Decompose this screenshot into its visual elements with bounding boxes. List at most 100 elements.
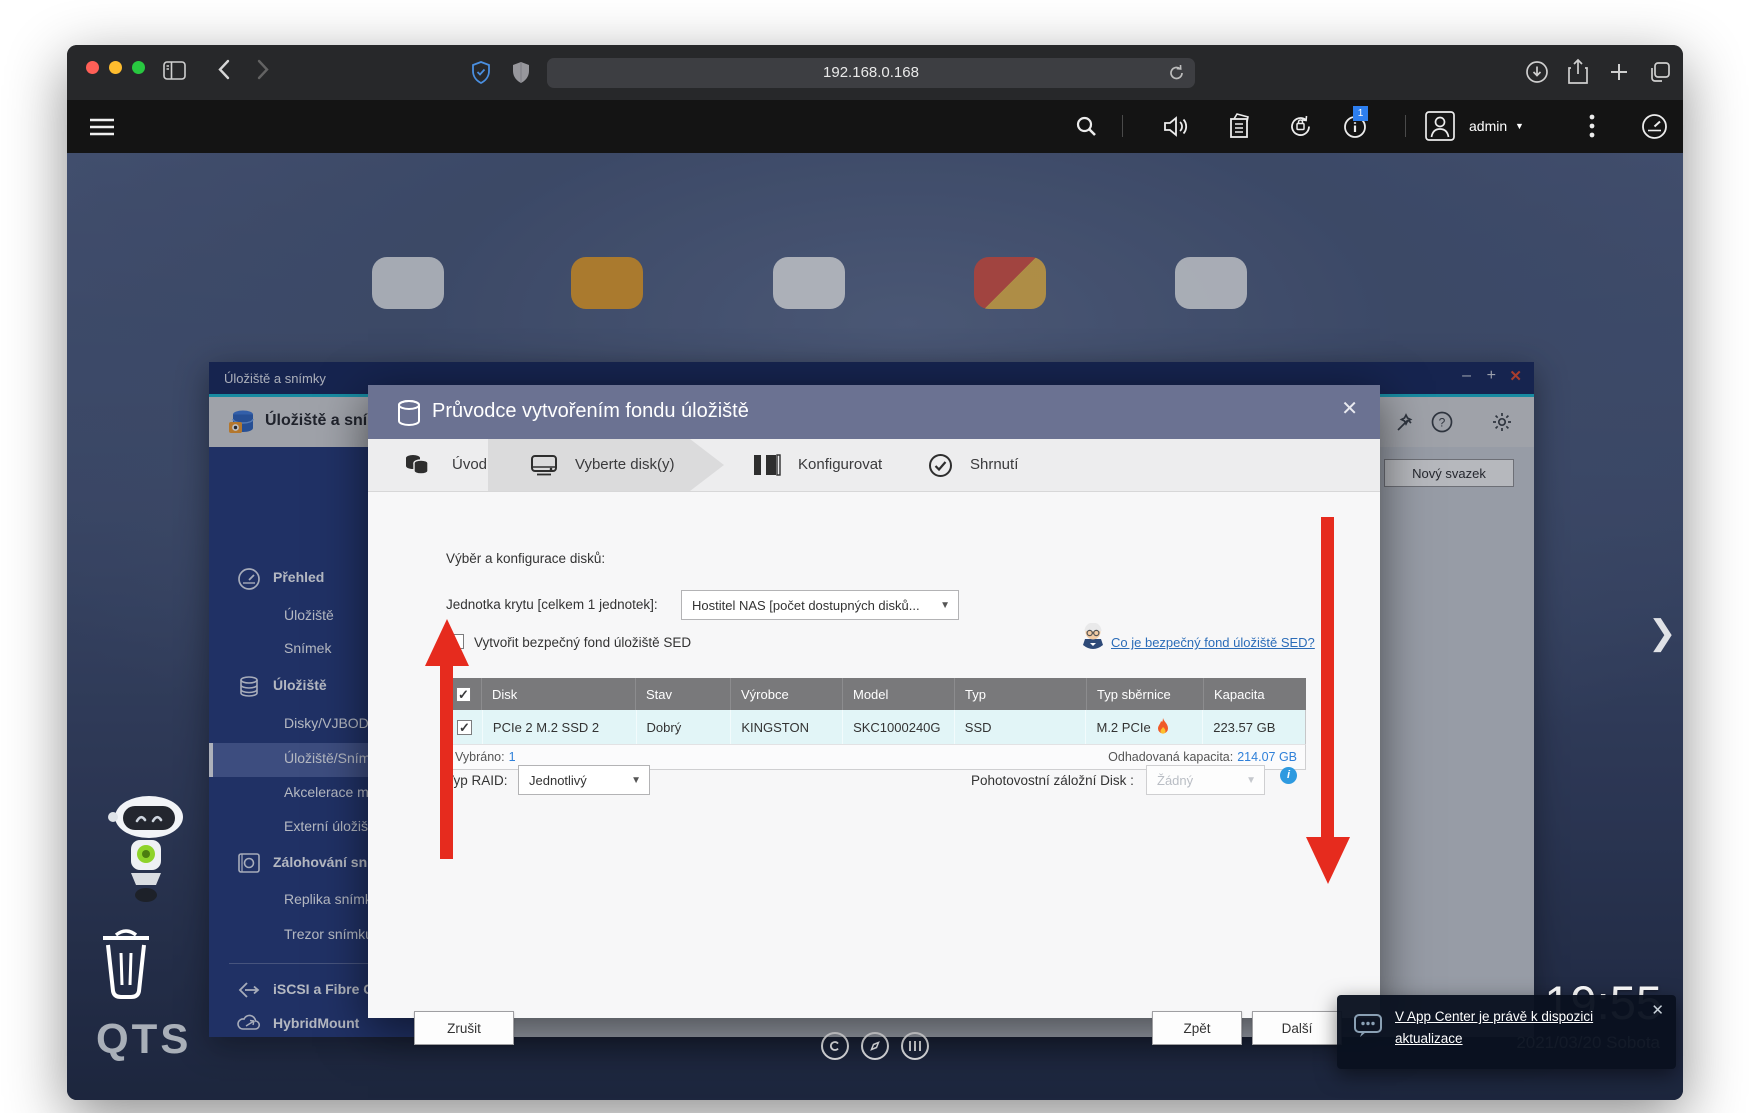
intro-step-icon [404,453,430,477]
recycle-trash-icon[interactable] [98,925,154,1001]
col-kapacita[interactable]: Kapacita [1204,678,1306,710]
estimated-capacity-label: Odhadovaná kapacita: [1108,750,1234,764]
annotation-arrow-up-head [425,619,469,666]
address-bar[interactable]: 192.168.0.168 [547,58,1195,88]
maximize-traffic-light[interactable] [132,61,145,74]
col-model[interactable]: Model [843,678,955,710]
sed-info-link[interactable]: Co je bezpečný fond úložiště SED? [1111,635,1315,650]
topbar-divider-2 [1405,115,1406,137]
qts-logo: QTS [96,1015,192,1062]
step-uvod[interactable]: Úvod [452,456,487,473]
disk-table-row[interactable]: ✓ PCIe 2 M.2 SSD 2 Dobrý KINGSTON SKC100… [446,710,1306,744]
selected-count: 1 [508,750,516,764]
notification-close-icon[interactable]: ✕ [1651,1001,1664,1019]
cell-stav: Dobrý [637,710,732,744]
new-tab-icon[interactable] [1608,61,1630,83]
annotation-arrow-down-head [1306,837,1350,884]
configure-step-icon [753,454,781,476]
tab-overview-icon[interactable] [1648,60,1672,84]
summary-step-icon [928,453,953,478]
storage-pool-wizard-dialog: Průvodce vytvořením fondu úložiště ✕ Úvo… [368,385,1380,1045]
sed-checkbox-label: Vytvořit bezpečný fond úložiště SED [474,635,692,650]
admin-menu[interactable]: admin ▼ [1469,118,1524,134]
professor-help-icon [1080,623,1106,651]
qts-desktop: Úložiště a snímky – + ✕ Úložiště a snímk… [67,153,1683,1100]
notification-link-line1[interactable]: V App Center je právě k dispozici [1395,1009,1593,1024]
notifications-icon[interactable]: 1 [1343,106,1368,139]
close-traffic-light[interactable] [86,61,99,74]
cell-typ: SSD [955,710,1087,744]
chevron-down-icon: ▼ [1515,121,1524,131]
raid-type-select[interactable]: Jednotlivý ▼ [518,765,650,795]
storage-pool-icon [396,399,422,427]
chat-bubble-icon [1353,1013,1383,1039]
enclosure-unit-select[interactable]: Hostitel NAS [počet dostupných disků... … [681,590,959,620]
background-tasks-icon[interactable] [1227,113,1251,139]
security-shield-icon[interactable] [511,61,531,84]
search-icon[interactable] [1075,115,1098,138]
col-typ[interactable]: Typ [955,678,1087,710]
more-options-kebab-icon[interactable] [1589,114,1595,138]
volume-icon[interactable] [1163,115,1190,138]
next-button[interactable]: Další [1252,1011,1342,1045]
select-disks-step-icon [530,454,558,477]
info-icon[interactable]: i [1280,767,1297,784]
downloads-icon[interactable] [1525,60,1549,84]
recycle-bin-icon[interactable] [1288,114,1313,139]
col-disk[interactable]: Disk [482,678,636,710]
share-icon[interactable] [1566,58,1590,85]
select-caret-icon: ▼ [631,774,641,786]
annotation-arrow-up-shaft [440,663,453,859]
dialog-title: Průvodce vytvořením fondu úložiště [432,400,749,422]
step-vyberte-disky[interactable]: Vyberte disk(y) [575,456,674,473]
step-konfigurovat[interactable]: Konfigurovat [798,456,882,473]
col-typ-sbernice[interactable]: Typ sběrnice [1087,678,1204,710]
cell-vyrobce: KINGSTON [731,710,844,744]
minimize-traffic-light[interactable] [109,61,122,74]
qts-topbar: Úložiště a snímky ✕ 1 [67,100,1683,198]
disk-table-header: ✓ Disk Stav Výrobce Model Typ Typ sběrni… [446,678,1306,710]
select-caret-icon: ▼ [940,599,950,611]
step-shrnuti[interactable]: Shrnutí [970,456,1018,473]
screenshot-stage: 192.168.0.168 1 admin ▼ Úložiště a snímk… [0,0,1750,1113]
cell-kapacita: 223.57 GB [1213,719,1276,735]
topbar-divider [1122,115,1123,137]
sidebar-toggle-icon[interactable] [163,61,186,80]
dock-copyright-icon[interactable] [821,1032,849,1060]
admin-label: admin [1469,118,1508,134]
cell-disk: PCIe 2 M.2 SSD 2 [483,710,637,744]
dashboard-gauge-icon[interactable] [1641,113,1668,140]
dialog-close-icon[interactable]: ✕ [1341,399,1358,419]
select-all-checkbox[interactable]: ✓ [456,686,471,702]
col-vyrobce[interactable]: Výrobce [731,678,843,710]
app-center-notification[interactable]: V App Center je právě k dispozici aktual… [1337,995,1676,1069]
address-url: 192.168.0.168 [823,64,919,81]
dock-grid-icon[interactable] [901,1032,929,1060]
disk-selection-section-title: Výběr a konfigurace disků: [446,551,606,566]
selected-label: Vybráno: [455,750,505,764]
back-button-icon[interactable] [217,59,230,80]
estimated-capacity-value: 214.07 GB [1237,750,1297,764]
back-button[interactable]: Zpět [1152,1011,1242,1045]
privacy-shield-icon[interactable] [471,61,491,84]
enclosure-unit-label: Jednotka krytu [celkem 1 jednotek]: [446,597,658,612]
raid-type-label: Typ RAID: [446,773,508,788]
disk-table: ✓ Disk Stav Výrobce Model Typ Typ sběrni… [446,678,1306,770]
notification-link-line2[interactable]: aktualizace [1395,1031,1463,1046]
annotation-arrow-down-shaft [1321,517,1334,839]
dock-compass-icon[interactable] [861,1032,889,1060]
browser-window: 192.168.0.168 1 admin ▼ Úložiště a snímk… [67,45,1683,1100]
disk-row-checkbox[interactable]: ✓ [456,719,472,735]
forward-button-icon[interactable] [257,59,270,80]
select-caret-icon: ▼ [1246,774,1256,786]
main-menu-hamburger-icon[interactable] [89,118,115,136]
col-stav[interactable]: Stav [636,678,731,710]
cancel-button[interactable]: Zrušit [414,1011,514,1045]
dialog-header: Průvodce vytvořením fondu úložiště ✕ [368,385,1380,439]
flame-hot-icon [1156,718,1170,736]
notification-count-badge: 1 [1353,106,1368,121]
qbot-mascot[interactable] [97,793,189,911]
reload-icon[interactable] [1168,64,1185,82]
desktop-next-page-chevron[interactable]: ❯ [1648,613,1677,653]
user-avatar-icon[interactable] [1425,111,1455,141]
